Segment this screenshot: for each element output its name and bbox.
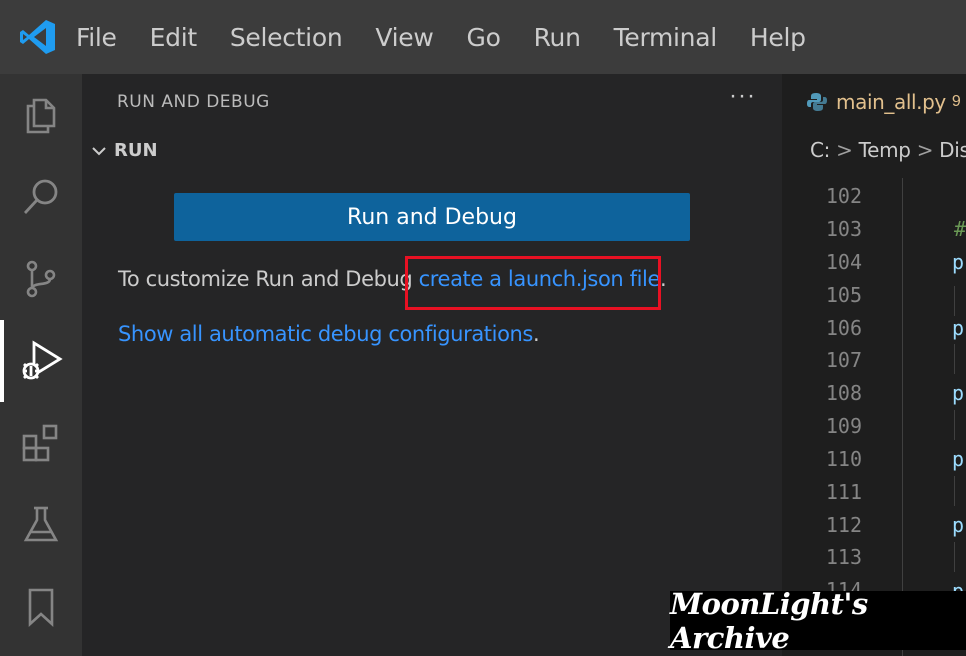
testing-button[interactable] [0,484,82,566]
line-number: 106 [825,316,862,340]
indent-guide [954,286,955,316]
tab-problem-count: 9 [951,93,961,110]
line-number: 109 [825,414,862,438]
run-debug-icon [22,340,63,380]
tab-bar: main_all.py 9 [782,74,966,130]
line-number: 103 [825,217,862,241]
show-all-configurations-link[interactable]: Show all automatic debug configurations [118,322,533,346]
tab-main-all-py[interactable]: main_all.py 9 [782,74,966,130]
python-icon [807,93,827,111]
line-number: 104 [825,250,862,274]
customize-prefix: To customize Run and Debug [118,267,419,291]
code-text: p [952,250,965,274]
breadcrumb-item[interactable]: Temp [859,138,911,162]
section-run-header[interactable]: RUN [90,140,158,161]
highlight-annotation-box [405,256,661,310]
line-number: 108 [825,381,862,405]
line-number: 102 [825,184,862,208]
more-actions-button[interactable]: ··· [729,82,756,110]
extensions-icon [22,424,58,462]
tab-label: main_all.py [836,90,946,114]
code-text: p [952,316,965,340]
menu-go[interactable]: Go [467,23,501,52]
line-number: 105 [825,283,862,307]
files-icon [26,98,56,134]
search-icon [23,179,58,214]
code-text: p [952,447,965,471]
chevron-right-icon: > [836,138,853,162]
code-comment: # [954,217,966,241]
testing-flask-icon [23,506,59,542]
chevron-right-icon: > [916,138,934,162]
bookmarks-button[interactable] [0,566,82,648]
menu-terminal[interactable]: Terminal [614,23,718,52]
breadcrumb-item[interactable]: C: [810,138,830,162]
breadcrumb: C: > Temp > Dis [810,138,966,162]
run-debug-sidebar: RUN AND DEBUG ··· RUN Run and Debug To c… [82,74,782,656]
watermark-text: MoonLight's Archive [670,586,868,655]
line-number: 111 [825,480,862,504]
title-bar: File Edit Selection View Go Run Terminal… [0,0,966,74]
extensions-button[interactable] [0,402,82,484]
indent-guide [902,178,903,656]
menu-run[interactable]: Run [534,23,581,52]
run-and-debug-button[interactable]: Run and Debug [174,193,690,241]
source-control-button[interactable] [0,238,82,320]
run-debug-button[interactable] [0,320,82,402]
menu-view[interactable]: View [375,23,433,52]
menu-edit[interactable]: Edit [150,23,198,52]
menu-file[interactable]: File [76,23,117,52]
line-number: 113 [825,545,862,569]
indent-guide [954,542,955,572]
indent-guide [954,410,955,440]
show-all-message: Show all automatic debug configurations. [118,322,540,346]
menu-selection[interactable]: Selection [230,23,343,52]
show-all-suffix: . [532,322,540,346]
indent-guide [954,476,955,506]
line-number: 107 [825,348,862,372]
explorer-button[interactable] [0,74,82,156]
indent-guide [954,344,955,374]
bookmark-icon [28,588,54,627]
search-button[interactable] [0,156,82,238]
source-control-icon [26,260,56,298]
line-number: 110 [825,447,862,471]
line-number: 112 [825,513,862,537]
sidebar-title: RUN AND DEBUG [117,92,270,112]
watermark: MoonLight's Archive [670,587,966,655]
code-text: p [952,513,965,537]
section-run-label: RUN [114,140,158,161]
chevron-down-icon [92,146,106,155]
vscode-logo-icon [18,17,58,57]
breadcrumb-item[interactable]: Dis [939,138,966,162]
menu-help[interactable]: Help [750,23,806,52]
code-text: p [952,381,965,405]
editor-area: main_all.py 9 C: > Temp > Dis 102 103 104 10… [782,74,966,656]
activity-bar [0,74,82,656]
